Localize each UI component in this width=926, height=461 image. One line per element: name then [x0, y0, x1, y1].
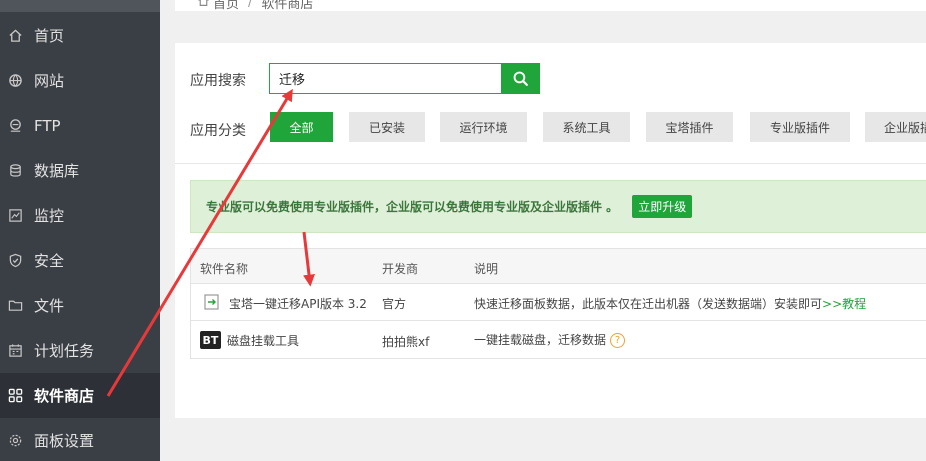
table-header: 软件名称 开发商 说明 — [191, 249, 926, 284]
sidebar-top-stub — [0, 0, 160, 12]
category-system-tools[interactable]: 系统工具 — [543, 112, 630, 142]
sidebar-item-security[interactable]: 安全 — [0, 238, 160, 283]
breadcrumb-separator: / — [248, 0, 253, 10]
breadcrumb-home[interactable]: 首页 — [213, 0, 239, 11]
divider — [175, 163, 926, 164]
table-row[interactable]: BT 磁盘挂载工具 拍拍熊xf 一键挂载磁盘，迁移数据? — [191, 322, 926, 359]
category-label: 应用分类 — [190, 123, 246, 139]
help-icon[interactable]: ? — [610, 333, 626, 348]
upgrade-alert: 专业版可以免费使用专业版插件，企业版可以免费使用专业版及企业版插件 。 立即升级 — [190, 180, 926, 233]
globe-icon — [7, 73, 23, 89]
sidebar-item-software-store[interactable]: 软件商店 — [0, 373, 160, 418]
sidebar-item-label: 面板设置 — [34, 432, 95, 450]
migration-app-icon — [203, 293, 221, 311]
calendar-icon — [7, 343, 23, 359]
column-header-developer: 开发商 — [382, 262, 419, 276]
home-icon — [7, 28, 23, 44]
sidebar-item-label: 计划任务 — [34, 342, 95, 360]
sidebar-item-files[interactable]: 文件 — [0, 283, 160, 328]
sidebar-item-website[interactable]: 网站 — [0, 58, 160, 103]
category-all[interactable]: 全部 — [270, 112, 333, 142]
sidebar-item-home[interactable]: 首页 — [0, 13, 160, 58]
grid-icon — [7, 388, 23, 404]
breadcrumb-bar: 首页 / 软件商店 — [175, 0, 926, 11]
column-header-name: 软件名称 — [200, 262, 249, 276]
alert-text: 专业版可以免费使用专业版插件，企业版可以免费使用专业版及企业版插件 。 — [206, 200, 619, 214]
sidebar-item-ftp[interactable]: FTP — [0, 103, 160, 148]
software-description: 快速迁移面板数据，此版本仅在迁出机器（发送数据端）安装即可>>教程 — [474, 295, 866, 312]
category-bt-plugins[interactable]: 宝塔插件 — [646, 112, 733, 142]
sidebar-item-label: 软件商店 — [34, 387, 95, 405]
category-installed[interactable]: 已安装 — [349, 112, 425, 142]
sidebar: 首页 网站 FTP 数据库 监控 安全 文件 计划任务 软件商店 面板设置 — [0, 0, 160, 461]
sidebar-item-label: 首页 — [34, 27, 65, 45]
tutorial-link[interactable]: >>教程 — [822, 297, 866, 311]
bt-badge-icon: BT — [200, 331, 221, 349]
sidebar-item-label: 数据库 — [34, 162, 80, 180]
sidebar-item-label: 网站 — [34, 72, 65, 90]
sidebar-item-database[interactable]: 数据库 — [0, 148, 160, 193]
software-developer: 官方 — [382, 297, 407, 311]
ftp-icon — [7, 118, 23, 134]
table-row[interactable]: 宝塔一键迁移API版本 3.2 官方 快速迁移面板数据，此版本仅在迁出机器（发送… — [191, 284, 926, 321]
sidebar-item-cron[interactable]: 计划任务 — [0, 328, 160, 373]
search-label: 应用搜索 — [190, 73, 246, 89]
software-description: 一键挂载磁盘，迁移数据? — [474, 331, 626, 348]
column-header-description: 说明 — [474, 262, 499, 276]
category-pro-plugins[interactable]: 专业版插件 — [750, 112, 850, 142]
description-text: 快速迁移面板数据，此版本仅在迁出机器（发送数据端）安装即可 — [474, 297, 823, 311]
sidebar-item-monitor[interactable]: 监控 — [0, 193, 160, 238]
folder-icon — [7, 298, 23, 314]
category-runtime[interactable]: 运行环境 — [440, 112, 527, 142]
sidebar-item-label: 安全 — [34, 252, 65, 270]
sidebar-item-label: 监控 — [34, 207, 65, 225]
description-text: 一键挂载磁盘，迁移数据 — [474, 333, 607, 347]
monitor-icon — [7, 208, 23, 224]
software-developer: 拍拍熊xf — [382, 335, 430, 349]
gear-icon — [7, 433, 23, 449]
search-button[interactable] — [501, 63, 540, 94]
software-name: 宝塔一键迁移API版本 3.2 — [229, 297, 367, 311]
sidebar-item-label: 文件 — [34, 297, 65, 315]
shield-icon — [7, 253, 23, 269]
sidebar-item-settings[interactable]: 面板设置 — [0, 418, 160, 461]
breadcrumb: 首页 / 软件商店 — [197, 0, 313, 11]
search-input[interactable] — [269, 63, 502, 94]
sidebar-item-label: FTP — [34, 116, 61, 135]
database-icon — [7, 163, 23, 179]
home-icon — [197, 0, 210, 11]
upgrade-button[interactable]: 立即升级 — [632, 195, 693, 218]
software-store-panel: 应用搜索 应用分类 全部 已安装 运行环境 系统工具 宝塔插件 专业版插件 企业… — [175, 43, 926, 418]
software-name: 磁盘挂载工具 — [227, 334, 300, 348]
search-icon — [512, 70, 529, 87]
breadcrumb-current: 软件商店 — [261, 0, 314, 11]
category-enterprise-plugins[interactable]: 企业版插件 — [865, 112, 926, 142]
software-table: 软件名称 开发商 说明 宝塔一键迁移API版本 3.2 官方 快速迁移面板数据，… — [190, 248, 926, 359]
